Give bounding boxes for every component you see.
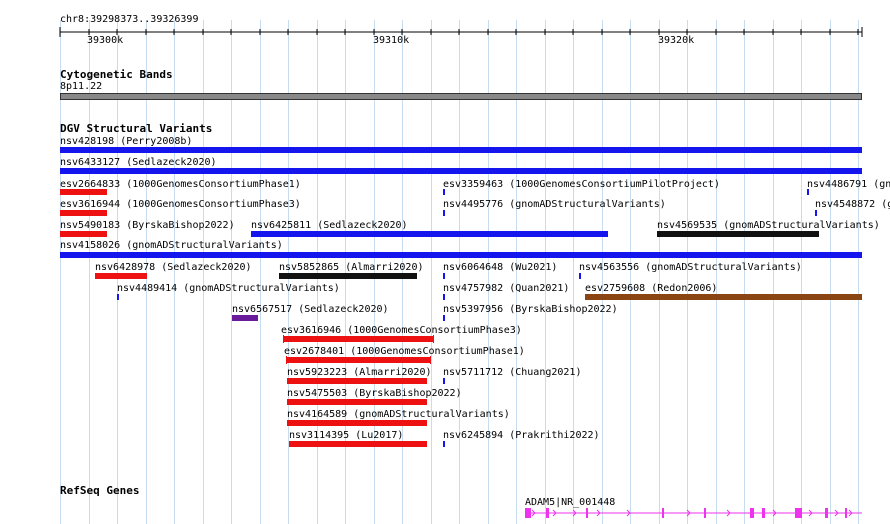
gene-exon xyxy=(762,508,765,518)
gene-model-svg[interactable] xyxy=(0,0,890,524)
gene-exon xyxy=(662,508,664,518)
gene-exon xyxy=(750,508,754,518)
genome-browser-canvas: chr8:39298373..39326399 39300k 39310k 39… xyxy=(0,0,890,524)
gene-exon xyxy=(546,508,549,518)
gene-exon xyxy=(704,508,706,518)
gene-exon xyxy=(795,508,802,518)
gene-exon xyxy=(586,508,588,518)
gene-exon xyxy=(525,508,531,518)
gene-model-ADAM5 xyxy=(525,508,862,518)
gene-exon xyxy=(845,508,847,518)
gene-exon xyxy=(825,508,828,518)
